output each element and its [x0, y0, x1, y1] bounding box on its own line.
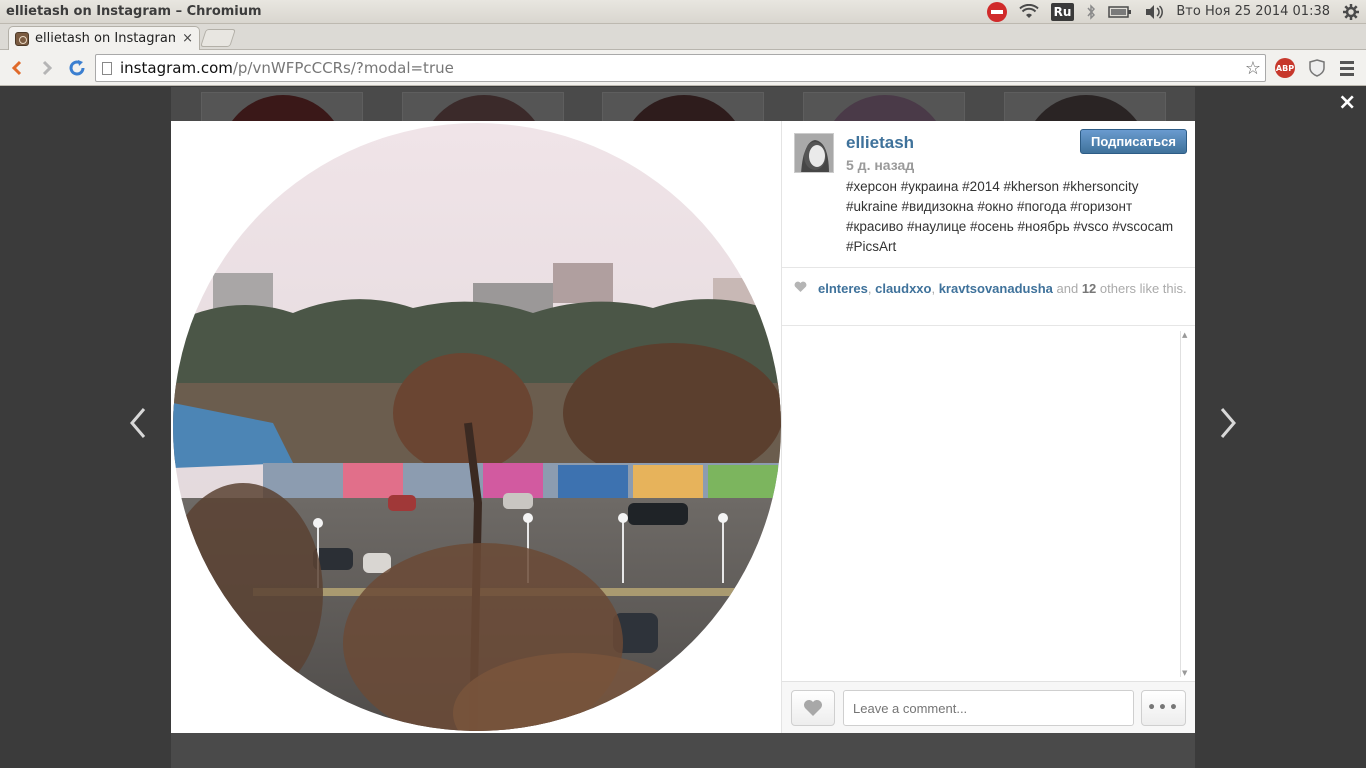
- post-caption: #херсон #украина #2014 #kherson #kherson…: [846, 179, 1174, 254]
- no-entry-icon[interactable]: [986, 0, 1007, 24]
- back-button[interactable]: [4, 55, 30, 81]
- post-header: ellietash 5 д. назад Подписаться #херсон…: [782, 121, 1195, 268]
- background-thumbnail: [602, 92, 764, 122]
- previous-post-arrow-icon[interactable]: [126, 405, 150, 451]
- instagram-favicon-icon: [15, 31, 29, 46]
- comment-footer: •••: [782, 681, 1195, 733]
- address-bar[interactable]: instagram.com/p/vnWFPcCCRs/?modal=true ☆: [95, 54, 1266, 82]
- shield-extension-icon[interactable]: [1307, 57, 1327, 79]
- liker-link[interactable]: kravtsovanadusha: [939, 281, 1053, 296]
- bluetooth-icon[interactable]: [1086, 0, 1096, 24]
- background-thumbnail: [803, 92, 965, 122]
- keyboard-layout-indicator[interactable]: Ru: [1050, 0, 1075, 24]
- heart-icon: [794, 281, 807, 297]
- window-title: ellietash on Instagram – Chromium: [6, 4, 262, 19]
- scroll-up-arrow-icon[interactable]: ▲: [1182, 331, 1187, 339]
- page-icon: [102, 61, 112, 75]
- adblock-plus-icon[interactable]: ABP: [1275, 58, 1295, 78]
- tab-title: ellietash on Instagram: [35, 31, 175, 46]
- like-button[interactable]: [791, 690, 835, 726]
- comment-input[interactable]: [843, 690, 1134, 726]
- liker-link[interactable]: claudxxo: [875, 281, 931, 296]
- reload-button[interactable]: [64, 55, 90, 81]
- likes-others-count[interactable]: 12: [1082, 281, 1096, 296]
- gear-icon[interactable]: [1342, 0, 1360, 24]
- browser-tab[interactable]: ellietash on Instagram ×: [8, 26, 200, 50]
- volume-icon[interactable]: [1144, 0, 1164, 24]
- likes-and-text: and: [1056, 281, 1079, 296]
- background-thumbnail: [1004, 92, 1166, 122]
- photo-modal: ellietash 5 д. назад Подписаться #херсон…: [171, 121, 1195, 733]
- clock[interactable]: Вто Ноя 25 2014 01:38: [1176, 4, 1330, 19]
- avatar[interactable]: [794, 133, 834, 173]
- likes-text: elnteres, claudxxo, kravtsovanadusha and…: [818, 281, 1187, 296]
- battery-icon[interactable]: [1108, 0, 1132, 24]
- bookmark-star-icon[interactable]: ☆: [1245, 58, 1261, 79]
- url-text[interactable]: instagram.com/p/vnWFPcCCRs/?modal=true: [120, 59, 454, 77]
- modal-close-button[interactable]: ×: [1338, 90, 1356, 115]
- post-photo[interactable]: [173, 123, 781, 731]
- background-thumbnail: [201, 92, 363, 122]
- os-top-panel: ellietash on Instagram – Chromium Ru Вто…: [0, 0, 1366, 24]
- tab-close-icon[interactable]: ×: [182, 31, 193, 46]
- username-link[interactable]: ellietash: [846, 133, 914, 153]
- comments-scrollbar[interactable]: ▲ ▼: [1180, 331, 1190, 677]
- more-options-button[interactable]: •••: [1141, 690, 1186, 726]
- system-indicators: Ru Вто Ноя 25 2014 01:38: [986, 0, 1366, 24]
- background-thumbnail: [402, 92, 564, 122]
- wifi-icon[interactable]: [1018, 0, 1039, 24]
- forward-button[interactable]: [34, 55, 60, 81]
- post-sidebar: ellietash 5 д. назад Подписаться #херсон…: [782, 121, 1195, 733]
- photo-pane: [171, 121, 782, 733]
- comments-list[interactable]: ▲ ▼: [782, 327, 1195, 681]
- post-time-ago[interactable]: 5 д. назад: [846, 157, 914, 173]
- new-tab-button[interactable]: [200, 29, 236, 47]
- next-post-arrow-icon[interactable]: [1216, 405, 1240, 451]
- likes-others-text: others like this.: [1099, 281, 1187, 296]
- likes-section: elnteres, claudxxo, kravtsovanadusha and…: [782, 269, 1195, 326]
- scroll-down-arrow-icon[interactable]: ▼: [1182, 669, 1187, 677]
- follow-button[interactable]: Подписаться: [1080, 129, 1187, 154]
- browser-menu-icon[interactable]: [1340, 58, 1360, 78]
- liker-link[interactable]: elnteres: [818, 281, 868, 296]
- browser-toolbar: instagram.com/p/vnWFPcCCRs/?modal=true ☆…: [0, 50, 1366, 86]
- tab-strip: ellietash on Instagram ×: [0, 24, 1366, 50]
